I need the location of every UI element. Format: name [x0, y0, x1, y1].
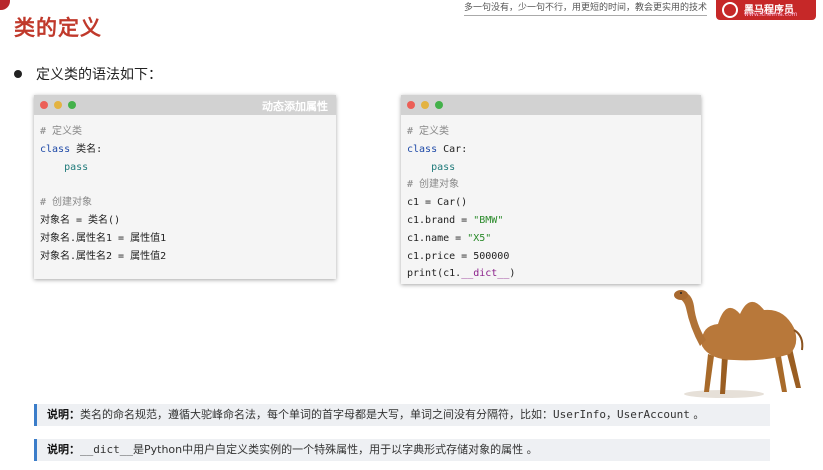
code-comment: # 创建对象: [407, 179, 460, 191]
maximize-dot-icon: [435, 101, 443, 109]
code-line: c1.price = 500000: [407, 250, 510, 262]
note-class-naming: 说明：类名的命名规范，遵循大驼峰命名法，每个单词的首字母都是大写，单词之间没有分…: [34, 404, 770, 426]
camel-image: [674, 290, 804, 398]
slogan-text: 多一句没有，少一句不行，用更短的时间，教会更实用的技术: [464, 0, 708, 16]
code-line: 对象名 = 类名(): [40, 214, 121, 226]
note-label: 说明：: [47, 443, 80, 456]
brand-logo: 黑马程序员 www.itheima.com: [716, 0, 816, 20]
corner-decoration: [0, 0, 10, 10]
code-line: 对象名.属性名1 = 属性值1: [40, 232, 167, 244]
code-text: Car:: [437, 143, 468, 155]
note-end: 。: [689, 408, 705, 421]
logo-icon: [722, 2, 738, 18]
code-line: 对象名.属性名2 = 属性值2: [40, 250, 167, 262]
code-line: print(c1.: [407, 268, 462, 280]
page-title: 类的定义: [14, 16, 102, 40]
note-code: UserInfo，UserAccount: [553, 408, 690, 421]
code-line: c1 = Car(): [407, 197, 468, 209]
code-window-car: # 定义类 class Car: pass # 创建对象 c1 = Car() …: [401, 95, 701, 284]
code-comment: # 创建对象: [40, 197, 93, 209]
close-dot-icon: [40, 101, 48, 109]
code-string: "BMW": [473, 214, 504, 226]
code-string: "X5": [467, 232, 492, 244]
logo-sub-text: www.itheima.com: [744, 11, 798, 18]
code-text: 类名:: [70, 143, 103, 155]
code-block: # 定义类 class 类名: pass # 创建对象 对象名 = 类名() 对…: [34, 115, 336, 271]
minimize-dot-icon: [421, 101, 429, 109]
maximize-dot-icon: [68, 101, 76, 109]
note-end: 。: [523, 443, 538, 456]
note-text: 是Python中用户自定义类实例的一个特殊属性，用于以字典形式存储对象的属性: [132, 443, 524, 456]
code-keyword-pass: pass: [431, 161, 456, 173]
note-label: 说明：: [47, 408, 80, 421]
code-line: ): [509, 268, 516, 280]
code-dunder: __dict__: [461, 268, 510, 280]
bullet-item: 定义类的语法如下：: [14, 64, 162, 84]
code-keyword-pass: pass: [64, 161, 89, 173]
window-title-bar: 动态添加属性: [34, 95, 336, 115]
close-dot-icon: [407, 101, 415, 109]
code-window-generic: 动态添加属性 # 定义类 class 类名: pass # 创建对象 对象名 =…: [34, 95, 336, 279]
window-title-bar: [401, 95, 701, 115]
code-keyword: class: [407, 143, 438, 155]
code-line: c1.brand =: [407, 214, 474, 226]
code-keyword: class: [40, 143, 71, 155]
note-dict-attr: 说明：__dict__是Python中用户自定义类实例的一个特殊属性，用于以字典…: [34, 439, 770, 461]
bullet-dot-icon: [14, 70, 22, 78]
note-code: __dict__: [80, 443, 133, 456]
code-line: c1.name =: [407, 232, 468, 244]
code-block: # 定义类 class Car: pass # 创建对象 c1 = Car() …: [401, 115, 701, 289]
code-comment: # 定义类: [407, 126, 450, 137]
bullet-text: 定义类的语法如下：: [36, 67, 162, 83]
note-text: 类名的命名规范，遵循大驼峰命名法，每个单词的首字母都是大写，单词之间没有分隔符，…: [80, 408, 553, 421]
code-comment: # 定义类: [40, 126, 83, 137]
minimize-dot-icon: [54, 101, 62, 109]
window-label: 动态添加属性: [262, 100, 328, 113]
